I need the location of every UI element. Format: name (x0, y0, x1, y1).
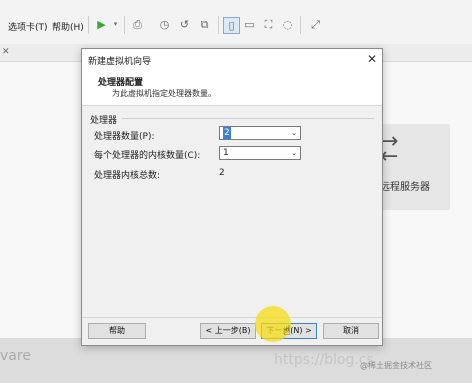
toolbar-separator (218, 16, 219, 34)
cores-per-processor-label: 每个处理器的内核数量(C): (94, 151, 201, 161)
total-cores-value: 2 (219, 168, 225, 178)
menu-tabs[interactable]: 选项卡(T) (8, 20, 48, 33)
cores-per-processor-value: 1 (223, 148, 229, 158)
help-button[interactable]: 帮助 (88, 323, 146, 339)
snapshot-icon[interactable]: ◷ (157, 17, 172, 32)
page-subtitle: 为此虚拟机指定处理器数量。 (112, 89, 216, 98)
footer-divider (82, 317, 382, 318)
menu-help[interactable]: 帮助(H) (52, 20, 84, 33)
toolbar-separator (300, 16, 301, 34)
toolbar-separator (88, 16, 89, 34)
dialog-header: 处理器配置 为此虚拟机指定处理器数量。 (82, 69, 382, 106)
processor-count-label: 处理器数量(P): (94, 132, 155, 142)
cancel-button[interactable]: 取消 (323, 323, 379, 339)
dialog-titlebar[interactable]: 新建虚拟机向导 ✕ (82, 49, 382, 69)
hand-cursor-icon: ☝ (283, 324, 291, 339)
processor-group-label: 处理器 (90, 116, 118, 126)
watermark-url: https://blog.cs (274, 352, 374, 368)
watermark-credit: @稀土掘金技术社区 (360, 361, 432, 370)
new-vm-wizard-dialog: 新建虚拟机向导 ✕ 处理器配置 为此虚拟机指定处理器数量。 处理器 处理器数量(… (81, 48, 383, 346)
unity-icon[interactable]: ◌ (280, 17, 295, 32)
close-icon[interactable]: ✕ (364, 51, 380, 67)
chevron-down-icon: ⌄ (291, 129, 297, 137)
app-menubar: 选项卡(T) 帮助(H) ▶ ▾ ⎙ ◷ ↺ ⧉ ▯ ▭ ⛶ ◌ ⤢ (0, 0, 472, 44)
processor-count-select[interactable]: 2 ⌄ (219, 126, 301, 140)
revert-icon[interactable]: ↺ (177, 17, 192, 32)
group-divider (122, 118, 374, 119)
manage-snapshots-icon[interactable]: ⧉ (197, 17, 212, 32)
tab-close-icon[interactable]: ✕ (2, 47, 10, 57)
dropdown-icon[interactable]: ▾ (108, 17, 123, 32)
total-cores-label: 处理器内核总数: (94, 171, 161, 181)
back-button[interactable]: < 上一步(B) (200, 323, 256, 339)
stretch-icon[interactable]: ⤢ (308, 17, 323, 32)
chevron-down-icon: ⌄ (291, 149, 297, 157)
play-icon[interactable]: ▶ (94, 17, 109, 32)
page-title: 处理器配置 (98, 78, 144, 88)
connect-arrows-icon: → ← (380, 129, 399, 169)
remote-server-label: 远程服务器 (380, 182, 430, 193)
fullscreen-icon[interactable]: ⛶ (261, 17, 276, 32)
brand-fragment: vare (0, 348, 31, 364)
console-icon[interactable]: ▭ (242, 17, 257, 32)
print-icon[interactable]: ⎙ (130, 17, 145, 32)
toolbar-separator (124, 16, 125, 34)
processor-count-value: 2 (223, 127, 231, 139)
dialog-title: 新建虚拟机向导 (88, 57, 152, 67)
cores-per-processor-select[interactable]: 1 ⌄ (219, 146, 301, 160)
fit-window-icon[interactable]: ▯ (223, 17, 240, 34)
